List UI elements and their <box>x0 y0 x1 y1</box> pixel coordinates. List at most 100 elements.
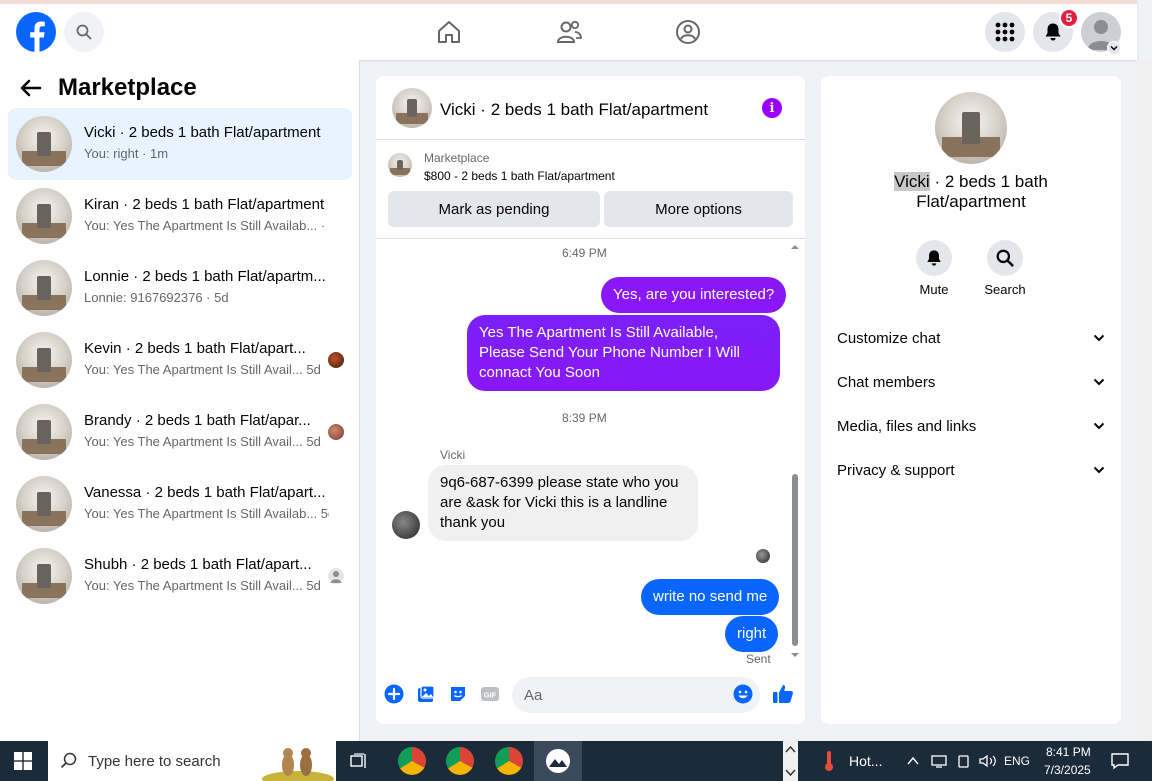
row-label: Privacy & support <box>837 461 955 479</box>
chat-thumbnail[interactable] <box>392 88 432 128</box>
conversation-item-kevin[interactable]: Kevin · 2 beds 1 bath Flat/apart... You:… <box>8 324 352 396</box>
friends-icon[interactable] <box>553 16 585 48</box>
search-icon <box>60 752 77 769</box>
language-indicator[interactable]: ENG <box>1004 754 1030 768</box>
sender-avatar[interactable] <box>392 511 420 539</box>
mute-label: Mute <box>919 282 949 297</box>
chat-title[interactable]: Vicki · 2 beds 1 bath Flat/apartment <box>440 100 708 120</box>
outgoing-message[interactable]: write no send me <box>641 579 780 615</box>
search-label: Search <box>984 282 1026 297</box>
customize-chat-row[interactable]: Customize chat <box>837 326 1105 350</box>
home-icon[interactable] <box>433 16 465 48</box>
chrome-profile-icon[interactable] <box>446 747 474 775</box>
privacy-support-row[interactable]: Privacy & support <box>837 458 1105 482</box>
like-thumb-icon[interactable] <box>772 683 794 705</box>
back-arrow-icon[interactable] <box>20 79 42 97</box>
facebook-logo[interactable] <box>16 12 56 52</box>
chrome-icon[interactable] <box>398 747 426 775</box>
conversation-title: Lonnie · 2 beds 1 bath Flat/apartm... <box>84 268 326 285</box>
photo-icon[interactable] <box>416 684 436 704</box>
search-button[interactable] <box>64 12 104 52</box>
conversation-preview: You: Yes The Apartment Is Still Availab.… <box>84 506 329 521</box>
row-label: Customize chat <box>837 329 941 347</box>
scroll-up-arrow-icon[interactable] <box>790 242 800 252</box>
emoji-icon[interactable] <box>733 684 753 704</box>
info-icon[interactable]: i <box>762 98 782 118</box>
gif-icon[interactable]: GIF <box>480 684 500 704</box>
conversation-title: Brandy · 2 beds 1 bath Flat/apar... <box>84 412 311 429</box>
chevron-down-icon <box>1093 422 1105 430</box>
conversation-item-brandy[interactable]: Brandy · 2 beds 1 bath Flat/apar... You:… <box>8 396 352 468</box>
listing-thumbnail <box>16 404 72 460</box>
sender-name: Vicki <box>440 448 466 462</box>
conversation-item-vicki[interactable]: Vicki · 2 beds 1 bath Flat/apartment You… <box>8 108 352 180</box>
message-input-placeholder: Aa <box>524 686 543 704</box>
incoming-message[interactable]: 9q6-687-6399 please state who you are &a… <box>428 465 698 541</box>
chat-panel: Vicki · 2 beds 1 bath Flat/apartment i M… <box>376 76 805 724</box>
seen-avatar <box>328 424 344 440</box>
selected-name: Vicki <box>894 172 930 191</box>
chat-members-row[interactable]: Chat members <box>837 370 1105 394</box>
groups-icon[interactable] <box>672 16 704 48</box>
listing-thumbnail <box>16 548 72 604</box>
conversation-preview: Lonnie: 9167692376 · 5d <box>84 290 229 305</box>
conversation-preview: You: right · 1m <box>84 146 169 161</box>
conversation-preview: You: Yes The Apartment Is Still Availab.… <box>84 218 329 233</box>
outgoing-message[interactable]: Yes, are you interested? <box>601 277 787 313</box>
marketplace-label: Marketplace <box>424 151 490 165</box>
more-options-button[interactable]: More options <box>604 191 793 227</box>
notification-badge: 5 <box>1059 8 1079 28</box>
outgoing-message[interactable]: right <box>725 616 779 652</box>
menu-button[interactable] <box>985 12 1025 52</box>
weather-text[interactable]: Hot... <box>849 753 882 769</box>
conversation-item-shubh[interactable]: Shubh · 2 beds 1 bath Flat/apart... You:… <box>8 540 352 612</box>
scrollbar-thumb[interactable] <box>792 474 798 646</box>
conversation-title: Vicki · 2 beds 1 bath Flat/apartment <box>84 124 321 141</box>
marketplace-header: Marketplace <box>20 74 197 102</box>
notification-center-icon[interactable] <box>1111 752 1129 775</box>
media-files-links-row[interactable]: Media, files and links <box>837 414 1105 438</box>
active-app[interactable] <box>534 741 582 781</box>
conversation-title: Vanessa · 2 beds 1 bath Flat/apart... <box>84 484 326 501</box>
clock-time[interactable]: 8:41 PM <box>1046 745 1091 759</box>
conversation-item-lonnie[interactable]: Lonnie · 2 beds 1 bath Flat/apartm... Lo… <box>8 252 352 324</box>
horizontal-scrollbar[interactable] <box>783 741 798 781</box>
chevron-down-icon <box>1093 466 1105 474</box>
windows-start-icon[interactable] <box>14 752 32 775</box>
weather-icon[interactable] <box>822 750 836 777</box>
conversation-item-vanessa[interactable]: Vanessa · 2 beds 1 bath Flat/apart... Yo… <box>8 468 352 540</box>
menu-grid-icon <box>995 22 1015 42</box>
top-bar: 5 <box>0 0 1137 60</box>
listing-price[interactable]: $800 - 2 beds 1 bath Flat/apartment <box>424 169 615 183</box>
listing-thumbnail <box>16 260 72 316</box>
message-input[interactable]: Aa <box>512 677 760 713</box>
conversation-list-panel: Marketplace Vicki · 2 beds 1 bath Flat/a… <box>0 60 360 741</box>
outgoing-message[interactable]: Yes The Apartment Is Still Available, Pl… <box>467 315 780 391</box>
search-icon <box>76 24 92 40</box>
listing-thumbnail-large[interactable] <box>935 92 1007 164</box>
listing-thumbnail <box>16 116 72 172</box>
message-composer: GIF Aa <box>376 676 805 724</box>
message-thread: 6:49 PM Yes, are you interested? Yes The… <box>376 238 805 668</box>
bell-icon <box>1045 23 1061 41</box>
taskbar-search-placeholder: Type here to search <box>88 752 221 770</box>
clock-date[interactable]: 7/3/2025 <box>1044 763 1091 777</box>
mute-button[interactable]: Mute <box>902 240 966 297</box>
conversation-preview: You: Yes The Apartment Is Still Avail...… <box>84 362 321 377</box>
scroll-down-arrow-icon[interactable] <box>790 650 800 660</box>
plus-icon[interactable] <box>384 684 404 704</box>
search-in-chat-button[interactable]: Search <box>973 240 1037 297</box>
chat-info-panel: Vicki · 2 beds 1 bath Flat/apartment Mut… <box>821 76 1121 724</box>
conversation-title: Shubh · 2 beds 1 bath Flat/apart... <box>84 556 312 573</box>
chevron-down-icon[interactable] <box>1107 41 1121 55</box>
page-scrollbar[interactable] <box>1137 60 1152 741</box>
task-view-icon[interactable] <box>350 753 368 774</box>
mark-pending-button[interactable]: Mark as pending <box>388 191 600 227</box>
taskbar-search[interactable]: Type here to search <box>48 741 336 781</box>
sticker-icon[interactable] <box>448 684 468 704</box>
chrome-profile-2-icon[interactable] <box>495 747 523 775</box>
chat-info-title-rest: · 2 beds 1 bath Flat/apartment <box>916 172 1048 211</box>
conversation-item-kiran[interactable]: Kiran · 2 beds 1 bath Flat/apartment You… <box>8 180 352 252</box>
system-tray-icons[interactable] <box>906 753 1000 774</box>
listing-thumbnail <box>388 153 412 177</box>
